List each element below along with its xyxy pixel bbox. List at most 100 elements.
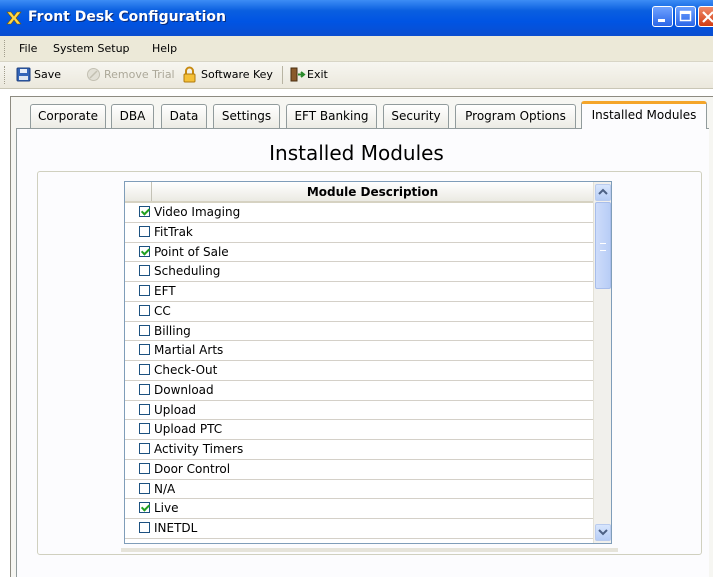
- grid-header: Module Description: [125, 182, 593, 203]
- title-bar[interactable]: Front Desk Configuration: [0, 0, 713, 36]
- table-row[interactable]: INETDL: [125, 519, 593, 539]
- chevron-down-icon: [598, 529, 608, 536]
- toolbar-grip: [4, 66, 8, 84]
- module-checkbox[interactable]: [139, 403, 150, 415]
- module-checkbox[interactable]: [139, 462, 150, 474]
- remove-trial-button[interactable]: Remove Trial: [84, 65, 178, 85]
- module-label: FitTrak: [154, 224, 193, 239]
- remove-trial-label: Remove Trial: [104, 68, 175, 81]
- page-title: Installed Modules: [269, 141, 444, 165]
- module-checkbox[interactable]: [139, 383, 150, 395]
- table-row[interactable]: Video Imaging: [125, 203, 593, 223]
- grid-shadow: [121, 548, 618, 552]
- module-checkbox[interactable]: [139, 482, 150, 494]
- floppy-disk-icon: [16, 67, 31, 82]
- module-checkbox[interactable]: [139, 522, 150, 533]
- menubar-grip: [4, 40, 8, 57]
- table-row[interactable]: Activity Timers: [125, 440, 593, 460]
- check-column-header[interactable]: [125, 182, 152, 201]
- grid-rows: Video Imaging FitTrak Point of Sale Schedul…: [125, 203, 593, 539]
- remove-trial-icon: [87, 68, 100, 81]
- exit-door-icon: [290, 67, 306, 82]
- software-key-button[interactable]: Software Key: [180, 65, 278, 85]
- module-checkbox[interactable]: [139, 443, 150, 454]
- module-label: Martial Arts: [154, 343, 224, 358]
- close-button[interactable]: [698, 6, 713, 27]
- tab-security[interactable]: Security: [383, 104, 449, 128]
- save-label: Save: [34, 68, 62, 81]
- module-label: Billing: [154, 323, 191, 338]
- table-row[interactable]: Download: [125, 381, 593, 401]
- minimize-button[interactable]: [652, 6, 673, 27]
- table-row[interactable]: Point of Sale: [125, 243, 593, 263]
- module-checkbox[interactable]: [139, 502, 150, 514]
- module-checkbox[interactable]: [139, 344, 150, 356]
- table-row[interactable]: Scheduling: [125, 262, 593, 282]
- module-label: Upload: [154, 402, 197, 417]
- tab-data[interactable]: Data: [161, 104, 207, 128]
- table-row[interactable]: Billing: [125, 322, 593, 342]
- module-checkbox[interactable]: [139, 304, 150, 316]
- tab-program-options[interactable]: Program Options: [455, 104, 576, 128]
- menu-help[interactable]: Help: [152, 42, 177, 55]
- table-row[interactable]: EFT: [125, 282, 593, 302]
- scroll-up-button[interactable]: [595, 184, 611, 201]
- menu-bar: File System Setup Help: [0, 36, 713, 62]
- module-label: EFT: [154, 284, 176, 298]
- maximize-button[interactable]: [675, 6, 696, 27]
- lock-icon: [183, 66, 196, 83]
- module-label: Live: [154, 501, 179, 516]
- table-row[interactable]: Door Control: [125, 460, 593, 480]
- window-title: Front Desk Configuration: [28, 9, 227, 25]
- tab-corporate[interactable]: Corporate: [30, 104, 106, 128]
- module-label: Video Imaging: [154, 205, 241, 219]
- chevron-up-icon: [598, 188, 608, 195]
- table-row[interactable]: Check-Out: [125, 361, 593, 381]
- vertical-scrollbar[interactable]: [593, 182, 611, 543]
- module-checkbox[interactable]: [139, 324, 150, 336]
- module-checkbox[interactable]: [139, 423, 150, 435]
- table-row[interactable]: Martial Arts: [125, 341, 593, 361]
- exit-button[interactable]: Exit: [287, 65, 333, 85]
- table-row[interactable]: Upload: [125, 401, 593, 421]
- module-description-header[interactable]: Module Description: [152, 185, 593, 199]
- module-label: Scheduling: [154, 264, 221, 279]
- module-checkbox[interactable]: [139, 364, 150, 375]
- toolbar-separator: [282, 66, 283, 84]
- toolbar: Save Remove Trial Software Key Exit: [0, 62, 713, 89]
- table-row[interactable]: N/A: [125, 480, 593, 500]
- exit-label: Exit: [307, 68, 328, 81]
- scroll-thumb-grip: [600, 243, 606, 251]
- menu-system-setup[interactable]: System Setup: [53, 42, 130, 55]
- module-checkbox[interactable]: [139, 206, 150, 217]
- scroll-thumb[interactable]: [595, 202, 611, 289]
- close-icon: [702, 11, 713, 23]
- table-row[interactable]: CC: [125, 302, 593, 322]
- table-row[interactable]: Upload PTC: [125, 420, 593, 440]
- tab-eft-banking[interactable]: EFT Banking: [286, 104, 377, 128]
- table-row[interactable]: FitTrak: [125, 223, 593, 243]
- menu-file[interactable]: File: [19, 42, 37, 55]
- module-label: Check-Out: [154, 363, 218, 377]
- minimize-icon: [658, 19, 665, 22]
- module-checkbox[interactable]: [139, 265, 150, 277]
- scroll-down-button[interactable]: [595, 524, 611, 541]
- module-label: INETDL: [154, 521, 198, 535]
- app-icon: [6, 11, 22, 25]
- module-label: Point of Sale: [154, 244, 229, 259]
- module-checkbox[interactable]: [139, 245, 150, 257]
- modules-grid[interactable]: Module Description Video Imaging FitTrak P…: [124, 181, 612, 544]
- module-label: N/A: [154, 481, 176, 496]
- table-row[interactable]: Live: [125, 499, 593, 519]
- save-button[interactable]: Save: [12, 65, 78, 85]
- module-checkbox[interactable]: [139, 285, 150, 296]
- maximize-icon: [679, 10, 692, 22]
- module-checkbox[interactable]: [139, 225, 150, 237]
- tab-settings[interactable]: Settings: [213, 104, 280, 128]
- tab-installed-modules[interactable]: Installed Modules: [581, 101, 707, 129]
- software-key-label: Software Key: [201, 68, 273, 81]
- module-label: CC: [154, 303, 171, 318]
- module-label: Upload PTC: [154, 422, 223, 437]
- tab-dba[interactable]: DBA: [111, 104, 154, 128]
- module-label: Door Control: [154, 461, 231, 476]
